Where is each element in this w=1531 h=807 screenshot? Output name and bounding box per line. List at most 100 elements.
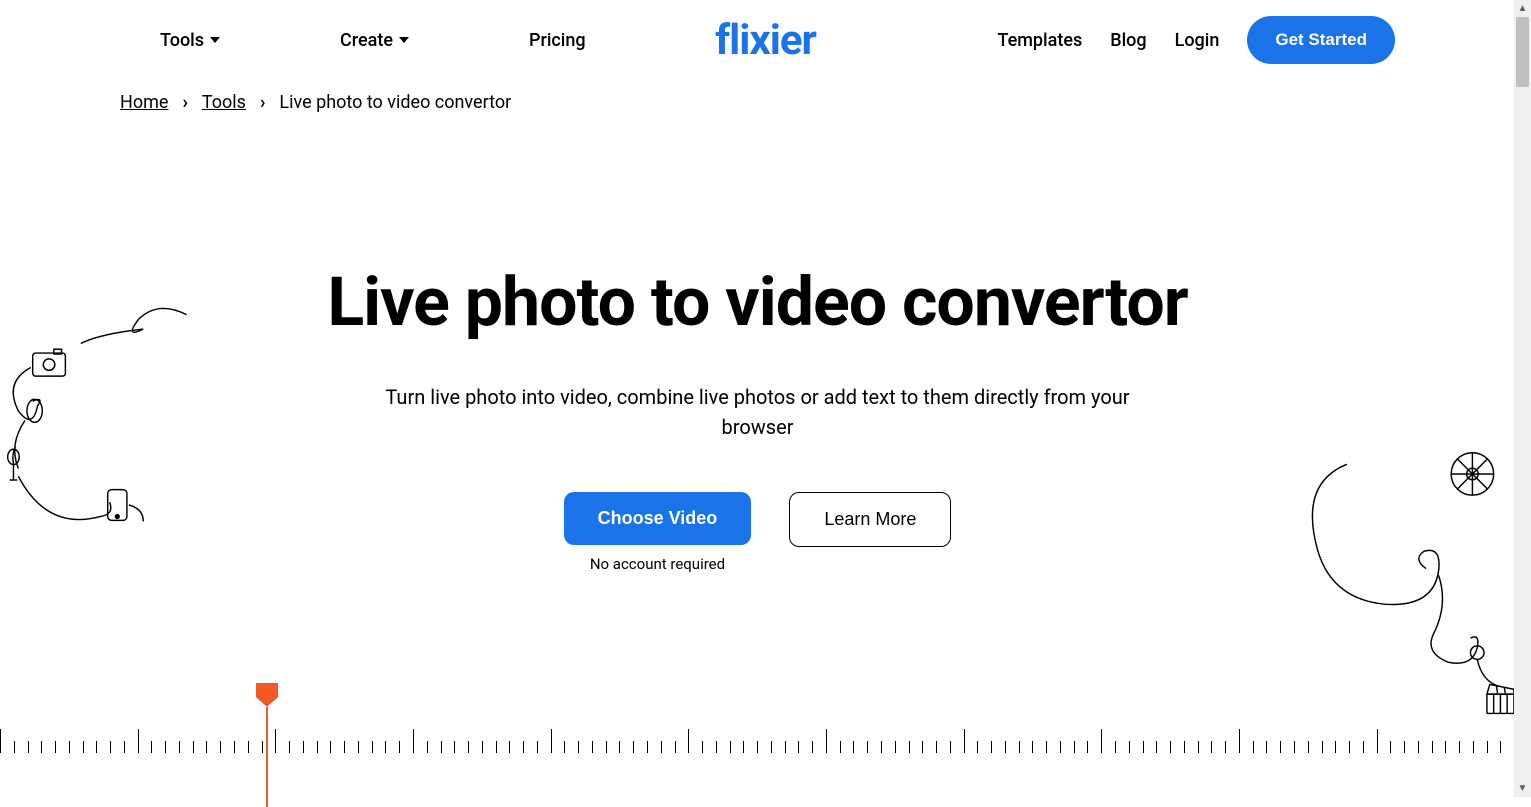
ruler-tick	[1225, 741, 1239, 753]
nav-templates-label: Templates	[997, 30, 1082, 51]
playhead-line	[266, 707, 268, 807]
ruler-tick	[1487, 741, 1501, 753]
ruler-tick	[220, 741, 234, 753]
ruler-tick	[523, 741, 537, 753]
ruler-tick	[1211, 741, 1225, 753]
vertical-scrollbar[interactable]: ▲ ▼	[1514, 0, 1531, 797]
chevron-right-icon: ›	[260, 92, 265, 113]
ruler-tick	[496, 741, 510, 753]
ruler-tick	[1473, 741, 1487, 753]
nav-pricing-link[interactable]: Pricing	[529, 30, 586, 51]
ruler-tick	[840, 741, 854, 753]
ruler-tick	[289, 741, 303, 753]
ruler-tick	[372, 741, 386, 753]
ruler-tick	[1308, 741, 1322, 753]
ruler-tick	[262, 741, 276, 753]
nav-tools-dropdown[interactable]: Tools	[160, 30, 220, 51]
site-logo[interactable]: flixier	[715, 16, 816, 65]
ruler-tick	[1390, 741, 1404, 753]
hero-button-row: Choose Video No account required Learn M…	[20, 492, 1495, 573]
ruler-tick	[1087, 741, 1101, 753]
ruler-tick	[427, 741, 441, 753]
ruler-tick	[1500, 741, 1514, 753]
ruler-tick	[1445, 741, 1459, 753]
breadcrumb-current: Live photo to video convertor	[279, 92, 511, 113]
scroll-up-arrow-icon[interactable]: ▲	[1514, 0, 1531, 17]
ruler-tick	[83, 741, 97, 753]
cta-note: No account required	[590, 555, 725, 573]
nav-blog-link[interactable]: Blog	[1110, 30, 1146, 51]
ruler-tick	[1115, 741, 1129, 753]
ruler-tick	[317, 741, 331, 753]
playhead-marker-icon	[256, 683, 278, 707]
scroll-down-arrow-icon[interactable]: ▼	[1514, 780, 1531, 797]
ruler-tick	[551, 729, 565, 753]
ruler-tick	[1046, 741, 1060, 753]
ruler-tick	[1294, 741, 1308, 753]
ruler-tick	[688, 729, 702, 753]
ruler-tick	[454, 741, 468, 753]
ruler-tick	[1032, 741, 1046, 753]
ruler-tick	[1459, 741, 1473, 753]
ruler-tick	[785, 741, 799, 753]
nav-login-link[interactable]: Login	[1175, 30, 1220, 51]
ruler-tick	[1143, 741, 1157, 753]
ruler-tick	[303, 741, 317, 753]
ruler-tick	[399, 741, 413, 753]
ruler-tick	[853, 741, 867, 753]
nav-create-dropdown[interactable]: Create	[340, 30, 409, 51]
breadcrumb: Home › Tools › Live photo to video conve…	[0, 80, 1515, 125]
ruler-tick	[1363, 741, 1377, 753]
nav-right: Templates Blog Login Get Started	[997, 16, 1395, 64]
choose-video-button[interactable]: Choose Video	[564, 492, 752, 545]
ruler-tick	[606, 741, 620, 753]
ruler-tick	[55, 741, 69, 753]
ruler-tick	[234, 741, 248, 753]
nav-create-label: Create	[340, 30, 393, 51]
ruler-tick	[1184, 741, 1198, 753]
ruler-tick	[28, 741, 42, 753]
ruler-tick	[1266, 741, 1280, 753]
ruler-tick	[165, 741, 179, 753]
nav-templates-link[interactable]: Templates	[997, 30, 1082, 51]
ruler-tick	[1322, 741, 1336, 753]
ruler-tick	[675, 741, 689, 753]
ruler-tick	[1239, 729, 1253, 753]
ruler-tick	[826, 729, 840, 753]
ruler-tick	[909, 741, 923, 753]
ruler-tick	[344, 741, 358, 753]
ruler-tick	[1404, 741, 1418, 753]
breadcrumb-tools[interactable]: Tools	[202, 92, 246, 113]
ruler-tick	[1019, 741, 1033, 753]
ruler-tick	[138, 729, 152, 753]
learn-more-button[interactable]: Learn More	[789, 492, 951, 547]
ruler-tick	[69, 741, 83, 753]
hero-section: Live photo to video convertor Turn live …	[0, 125, 1515, 613]
breadcrumb-home[interactable]: Home	[120, 92, 168, 113]
ruler-tick	[96, 741, 110, 753]
ruler-tick	[41, 741, 55, 753]
ruler-tick	[413, 729, 427, 753]
ruler-tick	[661, 741, 675, 753]
ruler-tick	[1418, 741, 1432, 753]
ruler-tick	[1101, 729, 1115, 753]
ruler-tick	[881, 741, 895, 753]
chevron-right-icon: ›	[182, 92, 187, 113]
ruler-tick	[592, 741, 606, 753]
caret-down-icon	[210, 37, 220, 43]
ruler-tick	[1005, 741, 1019, 753]
ruler-ticks[interactable]	[0, 723, 1515, 753]
ruler-tick	[0, 729, 14, 753]
ruler-tick	[743, 741, 757, 753]
ruler-tick	[110, 741, 124, 753]
caret-down-icon	[399, 37, 409, 43]
ruler-tick	[441, 741, 455, 753]
ruler-tick	[358, 741, 372, 753]
scrollbar-thumb[interactable]	[1516, 17, 1529, 87]
get-started-button[interactable]: Get Started	[1247, 16, 1395, 64]
ruler-tick	[1170, 741, 1184, 753]
ruler-tick	[633, 741, 647, 753]
ruler-tick	[564, 741, 578, 753]
ruler-tick	[991, 741, 1005, 753]
ruler-tick	[468, 741, 482, 753]
